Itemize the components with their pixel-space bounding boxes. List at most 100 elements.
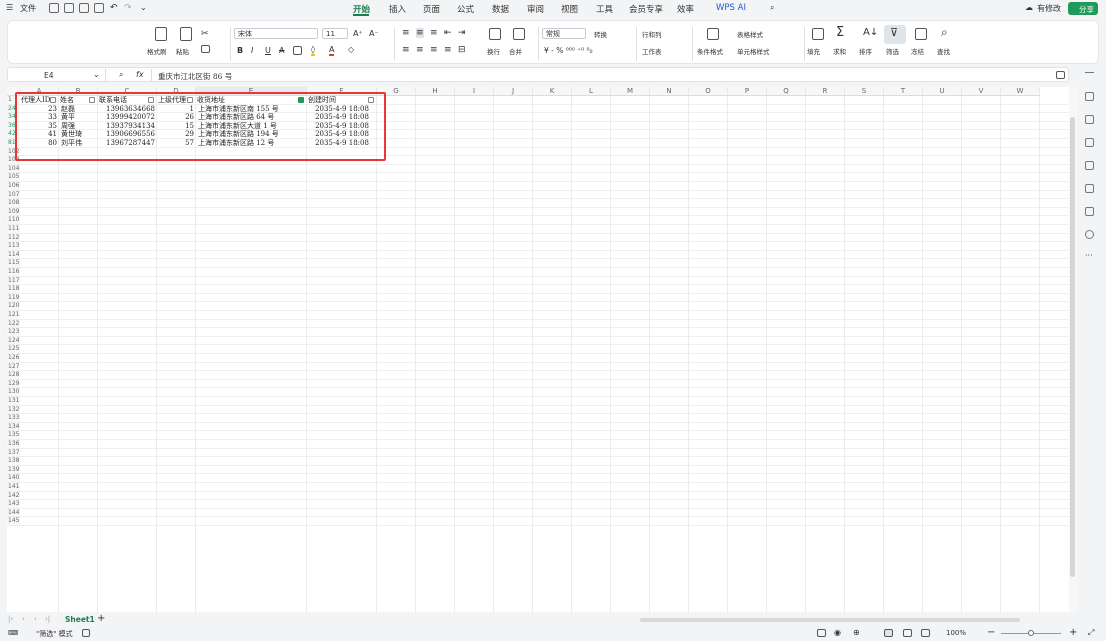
filter-label[interactable]: 筛选 <box>886 46 899 56</box>
menu-icon[interactable]: ☰ <box>6 3 13 12</box>
merge-icon[interactable] <box>513 28 525 40</box>
macro-icon[interactable]: ⌨ <box>8 629 18 637</box>
fx-icon[interactable]: fx <box>136 70 144 79</box>
align-left-icon[interactable]: ≡ <box>402 45 410 55</box>
row-header[interactable]: 136 <box>7 440 20 449</box>
find-label[interactable]: 查找 <box>937 46 950 56</box>
align-top-icon[interactable]: ≡ <box>402 28 410 38</box>
undo-icon[interactable]: ↶ <box>110 3 118 13</box>
zoom-in-icon[interactable]: + <box>1069 627 1077 638</box>
save-icon[interactable] <box>49 3 59 13</box>
row-header[interactable]: 123 <box>7 328 20 337</box>
row-header[interactable]: 145 <box>7 517 20 526</box>
convert-button[interactable]: 转换 <box>594 29 607 39</box>
help-icon[interactable] <box>1085 230 1094 239</box>
column-header-p[interactable]: P <box>728 87 767 96</box>
format-painter-icon[interactable] <box>155 27 167 41</box>
tab-formula[interactable]: 公式 <box>457 3 474 15</box>
strikethrough-icon[interactable]: A <box>279 46 284 55</box>
row-header[interactable]: 143 <box>7 500 20 509</box>
tab-member[interactable]: 会员专享 <box>629 3 663 15</box>
sort-icon[interactable]: A↓ <box>863 27 878 38</box>
font-name-select[interactable]: 宋体 <box>234 28 318 39</box>
align-center-icon[interactable]: ≡ <box>416 45 424 55</box>
row-header[interactable]: 124 <box>7 336 20 346</box>
tab-insert[interactable]: 插入 <box>389 3 406 15</box>
next-sheet-icon[interactable]: › <box>34 615 37 623</box>
normal-view-icon[interactable] <box>884 629 893 637</box>
prev-sheet-icon[interactable]: ‹ <box>22 615 25 623</box>
zoom-slider-thumb[interactable] <box>1028 630 1034 636</box>
sum-label[interactable]: 求和 <box>833 46 846 56</box>
first-sheet-icon[interactable]: |‹ <box>8 615 13 623</box>
page-layout-icon[interactable] <box>903 629 912 637</box>
align-middle-icon[interactable]: ≡ <box>416 28 424 38</box>
status-icon[interactable] <box>82 629 90 637</box>
row-header[interactable]: 135 <box>7 431 20 440</box>
row-header[interactable]: 113 <box>7 242 20 251</box>
indent-decrease-icon[interactable]: ⇤ <box>444 28 452 38</box>
freeze-label[interactable]: 冻结 <box>911 46 924 56</box>
row-header[interactable]: 142 <box>7 491 20 501</box>
zoom-level[interactable]: 100% <box>946 629 966 637</box>
wrap-text-icon[interactable] <box>489 28 501 40</box>
search-icon[interactable]: ⌕ <box>770 3 774 13</box>
fill-label[interactable]: 填充 <box>807 46 820 56</box>
row-header[interactable]: 110 <box>7 216 20 225</box>
fill-color-icon[interactable]: ◊ <box>311 45 315 56</box>
comment-icon[interactable] <box>1085 138 1094 147</box>
tools-icon[interactable] <box>1085 161 1094 170</box>
row-header[interactable]: 114 <box>7 250 20 260</box>
row-header[interactable]: 112 <box>7 233 20 243</box>
row-header[interactable]: 125 <box>7 345 20 354</box>
number-format-select[interactable]: 常规 <box>542 28 586 39</box>
horizontal-scrollbar[interactable] <box>640 618 1020 622</box>
backup-icon[interactable] <box>1085 184 1094 193</box>
tab-data[interactable]: 数据 <box>492 3 509 15</box>
sort-label[interactable]: 排序 <box>859 46 872 56</box>
underline-icon[interactable]: U <box>265 46 271 55</box>
font-color-icon[interactable]: A <box>329 45 335 56</box>
row-header[interactable]: 137 <box>7 448 20 458</box>
row-header[interactable]: 132 <box>7 405 20 415</box>
row-header[interactable]: 105 <box>7 173 20 182</box>
align-bottom-icon[interactable]: ≡ <box>430 28 438 38</box>
has-changes-label[interactable]: 有修改 <box>1037 3 1061 14</box>
column-header-i[interactable]: I <box>455 87 494 96</box>
currency-icon[interactable]: ¥ - % ⁰⁰⁰ ⁺⁰ ⁰₀ <box>544 46 593 55</box>
indent-increase-icon[interactable]: ⇥ <box>458 28 466 38</box>
column-header-m[interactable]: M <box>611 87 650 96</box>
column-header-q[interactable]: Q <box>767 87 806 96</box>
tab-tools[interactable]: 工具 <box>596 3 613 15</box>
row-header[interactable]: 134 <box>7 422 20 432</box>
row-header[interactable]: 138 <box>7 457 20 466</box>
eye-icon[interactable]: ◉ <box>834 628 841 637</box>
print-preview-icon[interactable] <box>94 3 104 13</box>
column-header-v[interactable]: V <box>962 87 1001 96</box>
redo-icon[interactable]: ↷ <box>124 3 132 13</box>
cross-icon[interactable]: ⊕ <box>853 628 860 637</box>
more-icon[interactable]: ··· <box>1085 251 1093 260</box>
column-header-l[interactable]: L <box>572 87 611 96</box>
copy-icon[interactable] <box>201 45 210 53</box>
row-header[interactable]: 119 <box>7 293 20 303</box>
column-header-w[interactable]: W <box>1001 87 1040 96</box>
row-header[interactable]: 111 <box>7 225 20 234</box>
column-header-t[interactable]: T <box>884 87 923 96</box>
column-header-r[interactable]: R <box>806 87 845 96</box>
cut-icon[interactable]: ✂ <box>201 29 209 39</box>
zoom-out-icon[interactable]: − <box>987 627 995 638</box>
italic-icon[interactable]: I <box>251 46 253 55</box>
conditional-format-label[interactable]: 条件格式 <box>697 46 723 56</box>
sum-icon[interactable]: Σ <box>836 25 844 40</box>
row-header[interactable]: 133 <box>7 414 20 423</box>
row-header[interactable]: 120 <box>7 302 20 311</box>
collapse-icon[interactable] <box>1085 72 1094 73</box>
clear-format-icon[interactable]: ◇ <box>348 45 354 54</box>
sheet-tab[interactable]: Sheet1 <box>65 615 95 624</box>
row-header[interactable]: 127 <box>7 362 20 372</box>
tab-page[interactable]: 页面 <box>423 3 440 15</box>
table-icon[interactable] <box>817 629 826 637</box>
column-header-j[interactable]: J <box>494 87 533 96</box>
merge-label[interactable]: 合并 <box>509 46 522 56</box>
